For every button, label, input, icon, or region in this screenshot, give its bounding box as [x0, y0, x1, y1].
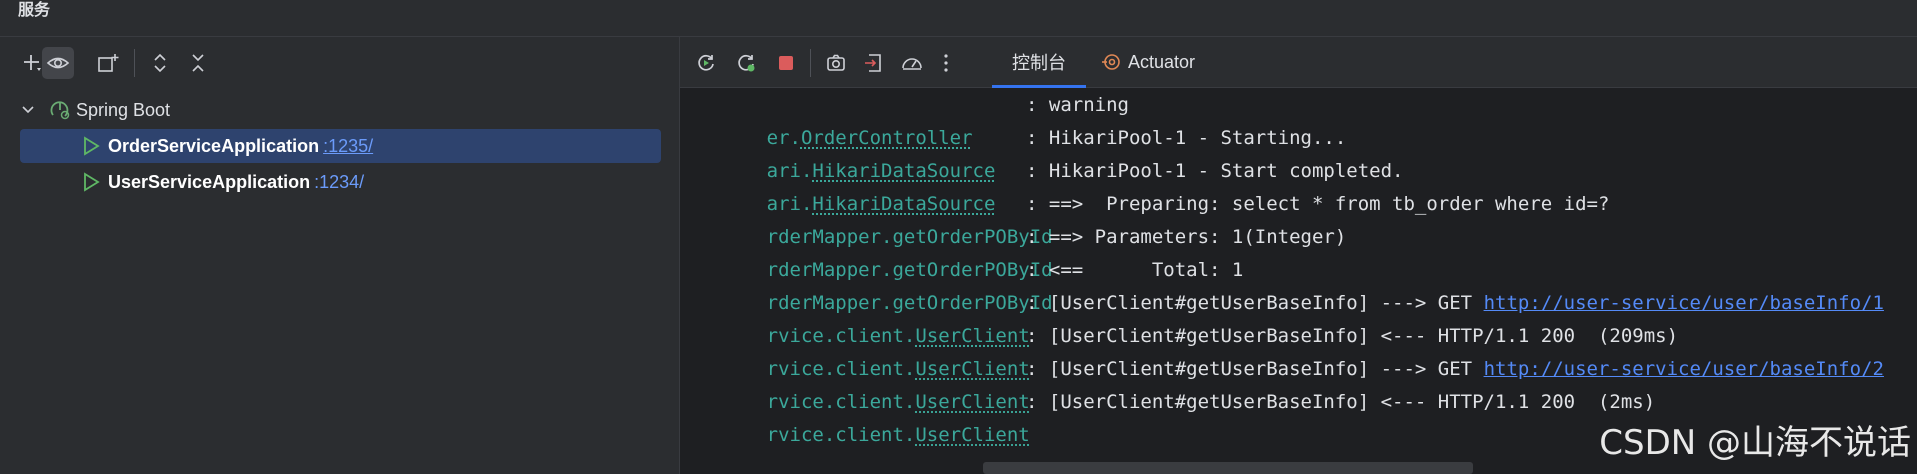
- log-line: rvice.client.UserClient : [UserClient#ge…: [698, 287, 1884, 347]
- log-source: rvice.client.UserClient: [766, 424, 1030, 446]
- toolbar-divider: [134, 49, 135, 77]
- more-button[interactable]: [930, 47, 962, 79]
- stop-icon: [779, 56, 793, 70]
- log-line: rderMapper.getOrderPOById : ==> Paramete…: [698, 221, 1347, 281]
- log-url-link[interactable]: http://user-service/user/baseInfo/1: [1484, 292, 1884, 314]
- add-icon: [24, 55, 41, 71]
- tab-console[interactable]: 控制台: [992, 37, 1086, 88]
- watermark: CSDN @山海不说话: [1599, 423, 1911, 463]
- app-name: UserServiceApplication: [108, 171, 311, 192]
- spring-boot-icon: [50, 101, 70, 120]
- log-line: rvice.client.UserClient : [UserClient#ge…: [698, 386, 1656, 446]
- log-message: : <== Total: 1: [1026, 259, 1244, 281]
- log-line: rderMapper.getOrderPOById : ==> Preparin…: [698, 188, 1610, 248]
- profiler-button[interactable]: [896, 47, 928, 79]
- exit-icon: [865, 54, 881, 72]
- profiler-icon: [902, 58, 922, 70]
- tree-group-spring-boot[interactable]: Spring Boot: [20, 93, 660, 127]
- expand-all-icon: [154, 53, 166, 73]
- more-icon: [944, 54, 948, 72]
- rerun-button[interactable]: [690, 47, 722, 79]
- log-message: : warning: [1026, 94, 1129, 116]
- console-panel: 控制台 Actuator er.OrderController : warnin…: [680, 37, 1917, 474]
- screenshot-icon: [827, 54, 845, 71]
- tree-item-order-service[interactable]: OrderServiceApplication :1235/: [20, 129, 661, 163]
- collapse-all-icon: [192, 54, 204, 72]
- toolbar-divider: [810, 49, 811, 77]
- tab-actuator[interactable]: Actuator: [1100, 37, 1195, 87]
- new-group-button[interactable]: [92, 47, 124, 79]
- tool-window-title: 服务: [18, 2, 51, 19]
- log-line: ari.HikariDataSource : HikariPool-1 - St…: [698, 155, 1404, 215]
- rerun-debug-button[interactable]: [730, 47, 762, 79]
- log-message: : ==> Parameters: 1(Integer): [1026, 226, 1347, 248]
- horizontal-scrollbar[interactable]: [983, 462, 1473, 474]
- new-group-icon: [98, 54, 119, 72]
- tool-window-header: 服务: [0, 0, 1917, 37]
- services-toolbar: [0, 37, 679, 87]
- log-url-link[interactable]: http://user-service/user/baseInfo/2: [1484, 358, 1884, 380]
- actuator-icon: [1102, 54, 1120, 70]
- tree-item-user-service[interactable]: UserServiceApplication :1234/: [20, 165, 661, 199]
- services-tree-panel: Spring Boot OrderServiceApplication :123…: [0, 37, 680, 474]
- tab-actuator-label: Actuator: [1128, 51, 1196, 72]
- log-message: : [UserClient#getUserBaseInfo] <--- HTTP…: [1026, 391, 1656, 413]
- exit-button[interactable]: [858, 47, 890, 79]
- group-label: Spring Boot: [76, 99, 171, 120]
- run-icon: [84, 172, 100, 192]
- expand-all-button[interactable]: [144, 47, 176, 79]
- app-name: OrderServiceApplication: [108, 135, 320, 156]
- app-port-link[interactable]: :1235/: [323, 136, 373, 157]
- chevron-down-icon[interactable]: [20, 102, 36, 118]
- console-output[interactable]: er.OrderController : warning ari.HikariD…: [698, 89, 1917, 469]
- run-icon: [84, 136, 100, 156]
- log-message: : ==> Preparing: select * from tb_order …: [1026, 193, 1610, 215]
- tab-console-label: 控制台: [1012, 53, 1066, 73]
- rerun-icon: [698, 54, 714, 71]
- log-line: er.OrderController : warning: [698, 89, 1129, 149]
- log-line: rvice.client.UserClient : [UserClient#ge…: [698, 353, 1884, 413]
- log-message: : HikariPool-1 - Start completed.: [1026, 160, 1404, 182]
- log-message: : [UserClient#getUserBaseInfo] ---> GET …: [1026, 358, 1884, 380]
- app-port-link[interactable]: :1234/: [314, 172, 364, 193]
- log-line: rvice.client.UserClient : [UserClient#ge…: [698, 320, 1678, 380]
- stop-button[interactable]: [770, 47, 802, 79]
- rerun-debug-icon: [738, 54, 755, 72]
- collapse-all-button[interactable]: [182, 47, 214, 79]
- eye-icon: [46, 57, 70, 69]
- screenshot-button[interactable]: [820, 47, 852, 79]
- log-message: : [UserClient#getUserBaseInfo] ---> GET …: [1026, 292, 1884, 314]
- log-line: rderMapper.getOrderPOById : <== Total: 1: [698, 254, 1244, 314]
- show-toggle-button[interactable]: [42, 47, 74, 79]
- log-line: ari.HikariDataSource : HikariPool-1 - St…: [698, 122, 1347, 182]
- console-toolbar: 控制台 Actuator: [680, 37, 1917, 88]
- log-message: : HikariPool-1 - Starting...: [1026, 127, 1347, 149]
- log-message: : [UserClient#getUserBaseInfo] <--- HTTP…: [1026, 325, 1679, 347]
